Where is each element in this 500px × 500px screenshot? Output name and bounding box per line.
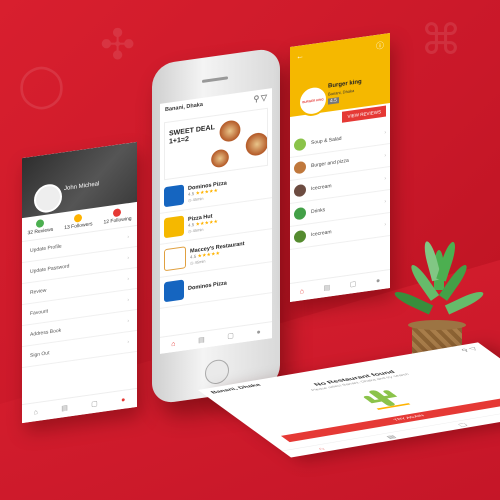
chevron-right-icon: › xyxy=(127,297,129,304)
category-thumb xyxy=(294,160,306,175)
chevron-right-icon: › xyxy=(127,234,129,241)
food-plate-image xyxy=(217,116,243,146)
chevron-right-icon: › xyxy=(384,221,386,228)
home-icon[interactable]: ⌂ xyxy=(316,446,326,451)
menu-label: Update Profile xyxy=(30,243,62,254)
clock-icon: ◷ xyxy=(188,196,192,203)
clock-icon: ◷ xyxy=(190,259,194,266)
chevron-right-icon: › xyxy=(127,276,129,283)
restaurant-header: ← ⓘ BURGER KING Burger king Banani, Dhak… xyxy=(290,32,390,118)
restaurant-rating: 4.5 xyxy=(188,221,195,228)
menu-label: Sign Out xyxy=(30,350,50,359)
user-name: John Micheal xyxy=(64,181,100,193)
menu-label: Update Password xyxy=(30,263,70,275)
orders-icon[interactable]: ▤ xyxy=(384,434,397,439)
stat-following[interactable]: 12 Following xyxy=(103,207,132,226)
category-name: Icecream xyxy=(311,183,332,193)
stat-value: 12 xyxy=(103,218,109,226)
restaurant-logo xyxy=(164,279,184,303)
stat-value: 32 xyxy=(27,229,33,237)
home-icon[interactable]: ⌂ xyxy=(300,288,304,296)
chevron-right-icon: › xyxy=(384,198,386,205)
banner-text: SWEET DEAL 1+1=2 xyxy=(169,124,215,146)
logo-text: BURGER KING xyxy=(302,97,324,105)
delivery-time: 45min xyxy=(192,195,204,202)
orders-icon[interactable]: ▤ xyxy=(61,404,68,413)
home-icon[interactable]: ⌂ xyxy=(34,408,38,416)
restaurant-name: Burger king xyxy=(328,78,362,90)
restaurant-name: Dominos Pizza xyxy=(188,280,227,292)
chevron-right-icon: › xyxy=(384,152,386,159)
stat-label: Following xyxy=(110,215,132,225)
stat-value: 13 xyxy=(64,224,70,232)
category-name: Soup & Salad xyxy=(311,135,342,147)
restaurant-logo xyxy=(164,184,184,208)
food-plate-image xyxy=(243,128,268,161)
category-thumb xyxy=(294,137,306,152)
category-thumb xyxy=(294,229,306,244)
restaurant-logo xyxy=(164,246,186,272)
cart-icon[interactable]: ▢ xyxy=(350,280,357,289)
chevron-right-icon: › xyxy=(127,318,129,325)
category-name: Icecream xyxy=(311,229,332,239)
category-thumb xyxy=(294,206,306,221)
empty-state-wrapper: Banani, Dhaka ⚲ ▽ No Restaurant found Pl… xyxy=(198,330,500,500)
pot-rim xyxy=(408,320,466,330)
filter-icon[interactable]: ▽ xyxy=(468,346,480,351)
following-dot-icon xyxy=(113,208,122,218)
location-label[interactable]: Banani, Dhaka xyxy=(165,102,203,116)
restaurant-address: Banani, Dhaka xyxy=(328,87,355,97)
chevron-right-icon: › xyxy=(127,255,129,262)
category-name: Drinks xyxy=(311,207,326,216)
banner-title: SWEET DEAL xyxy=(169,124,215,138)
rating-badge: 4.5 xyxy=(328,97,339,105)
fork-doodle-icon: ⌘ xyxy=(420,16,462,63)
banner-subtitle: 1+1=2 xyxy=(169,135,189,146)
reviews-dot-icon xyxy=(36,218,45,229)
cactus-illustration-icon xyxy=(363,390,411,410)
chevron-right-icon: › xyxy=(127,339,129,346)
menu-label: Review xyxy=(30,287,47,296)
stat-label: Followers xyxy=(71,221,93,231)
restaurant-list-screen: Banani, Dhaka ⚲ ▽ SWEET DEAL 1+1=2 Domin… xyxy=(160,88,272,354)
stat-label: Reviews xyxy=(34,226,54,236)
menu-label: Favourit xyxy=(30,308,49,317)
chevron-right-icon: › xyxy=(384,129,386,136)
restaurant-menu-screen: ← ⓘ BURGER KING Burger king Banani, Dhak… xyxy=(290,32,390,303)
restaurant-rating: 4.5 xyxy=(188,190,195,197)
food-plate-image xyxy=(209,145,231,171)
category-thumb xyxy=(294,183,306,198)
profile-icon[interactable]: ● xyxy=(121,396,125,404)
orders-icon[interactable]: ▤ xyxy=(324,283,331,292)
skewer-doodle-icon: ✣ xyxy=(100,21,136,68)
search-icon[interactable]: ⚲ xyxy=(253,94,259,104)
stat-reviews[interactable]: 32 Reviews xyxy=(27,218,54,237)
profile-screen: John Micheal 32 Reviews 13 Followers 12 … xyxy=(22,141,137,424)
menu-label: Address Book xyxy=(30,327,62,338)
no-restaurant-screen: Banani, Dhaka ⚲ ▽ No Restaurant found Pl… xyxy=(198,342,500,458)
cart-icon[interactable]: ▢ xyxy=(91,399,98,408)
back-arrow-icon[interactable]: ← xyxy=(296,51,304,61)
category-name: Burger and pizza xyxy=(311,157,349,170)
donut-doodle-icon: ◯ xyxy=(18,61,66,108)
filter-icon[interactable]: ▽ xyxy=(261,93,267,103)
home-icon[interactable]: ⌂ xyxy=(171,340,175,348)
restaurant-rating: 4.5 xyxy=(190,253,197,260)
avatar[interactable] xyxy=(34,182,62,215)
stat-followers[interactable]: 13 Followers xyxy=(64,212,93,232)
delivery-time: 45min xyxy=(194,257,206,265)
phone-speaker xyxy=(202,76,228,83)
info-icon[interactable]: ⓘ xyxy=(376,40,384,52)
followers-dot-icon xyxy=(74,213,83,223)
cart-icon[interactable]: ▢ xyxy=(456,422,469,427)
restaurant-logo xyxy=(164,215,184,239)
delivery-time: 45min xyxy=(192,226,204,233)
clock-icon: ◷ xyxy=(188,227,192,234)
chevron-right-icon: › xyxy=(384,175,386,182)
